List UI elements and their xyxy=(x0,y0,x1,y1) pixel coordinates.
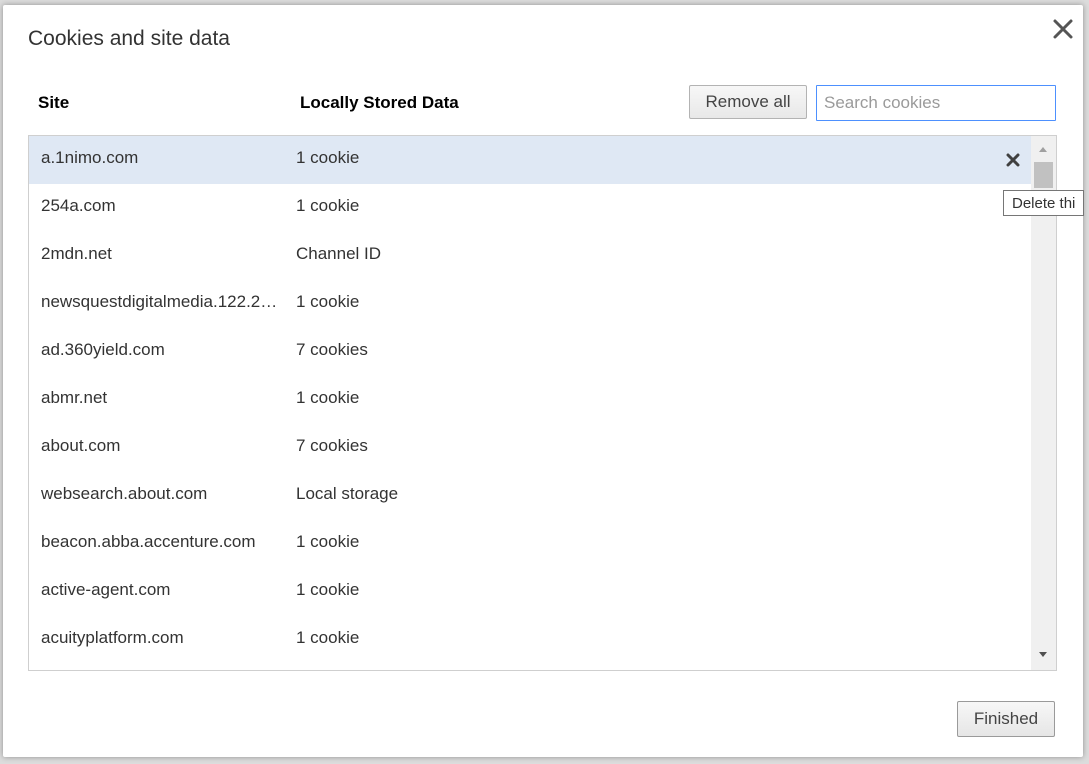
delete-tooltip: Delete thi xyxy=(1003,190,1085,216)
site-name: 2mdn.net xyxy=(41,244,112,263)
remove-all-button[interactable]: Remove all xyxy=(689,85,807,119)
caret-down-icon xyxy=(1039,652,1047,657)
list-item[interactable]: newsquestdigitalmedia.122.2… 1 cookie xyxy=(29,280,1031,328)
stored-data: 1 cookie xyxy=(296,580,360,599)
list-item[interactable]: abmr.net 1 cookie xyxy=(29,376,1031,424)
close-icon xyxy=(1053,19,1073,39)
cookie-list: a.1nimo.com 1 cookie 254a.com 1 cookie 2… xyxy=(28,135,1057,671)
site-name: a.1nimo.com xyxy=(41,148,139,167)
site-name: active-agent.com xyxy=(41,580,171,599)
stored-data: 1 cookie xyxy=(296,148,360,167)
stored-data: Local storage xyxy=(296,484,399,503)
finished-button[interactable]: Finished xyxy=(957,701,1055,737)
search-cookies-input[interactable] xyxy=(816,85,1056,121)
list-item[interactable]: acuityplatform.com 1 cookie xyxy=(29,616,1031,664)
list-item[interactable]: beacon.abba.accenture.com 1 cookie xyxy=(29,520,1031,568)
site-name: about.com xyxy=(41,436,121,455)
stored-data: 1 cookie xyxy=(296,628,360,647)
site-name: 254a.com xyxy=(41,196,116,215)
caret-up-icon xyxy=(1039,147,1047,152)
stored-data: 1 cookie xyxy=(296,196,360,215)
scroll-up-button[interactable] xyxy=(1037,144,1049,154)
column-header-site: Site xyxy=(38,93,70,112)
site-name: ad.360yield.com xyxy=(41,340,165,359)
stored-data: 1 cookie xyxy=(296,292,360,311)
stored-data: 7 cookies xyxy=(296,340,368,359)
site-name: newsquestdigitalmedia.122.2… xyxy=(41,292,278,311)
site-name: beacon.abba.accenture.com xyxy=(41,532,256,551)
list-item[interactable]: websearch.about.com Local storage xyxy=(29,472,1031,520)
site-name: acuityplatform.com xyxy=(41,628,184,647)
close-icon xyxy=(1006,153,1020,167)
dialog-title: Cookies and site data xyxy=(28,27,230,50)
list-item[interactable]: 254a.com 1 cookie xyxy=(29,184,1031,232)
cookies-dialog: Cookies and site data Site Locally Store… xyxy=(3,5,1083,757)
column-header-locally-stored-data: Locally Stored Data xyxy=(300,93,459,112)
list-item[interactable]: ad.360yield.com 7 cookies xyxy=(29,328,1031,376)
site-name: websearch.about.com xyxy=(41,484,208,503)
list-item[interactable]: active-agent.com 1 cookie xyxy=(29,568,1031,616)
scrollbar[interactable] xyxy=(1031,136,1056,670)
list-item[interactable]: 2mdn.net Channel ID xyxy=(29,232,1031,280)
list-item[interactable]: a.1nimo.com 1 cookie xyxy=(29,136,1031,184)
stored-data: 1 cookie xyxy=(296,532,360,551)
close-button[interactable] xyxy=(1045,11,1081,47)
stored-data: 7 cookies xyxy=(296,436,368,455)
scroll-down-button[interactable] xyxy=(1037,650,1049,660)
stored-data: 1 cookie xyxy=(296,388,360,407)
list-item[interactable]: about.com 7 cookies xyxy=(29,424,1031,472)
site-name: abmr.net xyxy=(41,388,108,407)
stored-data: Channel ID xyxy=(296,244,382,263)
delete-row-button[interactable] xyxy=(1003,150,1023,170)
scrollbar-thumb[interactable] xyxy=(1034,162,1053,188)
